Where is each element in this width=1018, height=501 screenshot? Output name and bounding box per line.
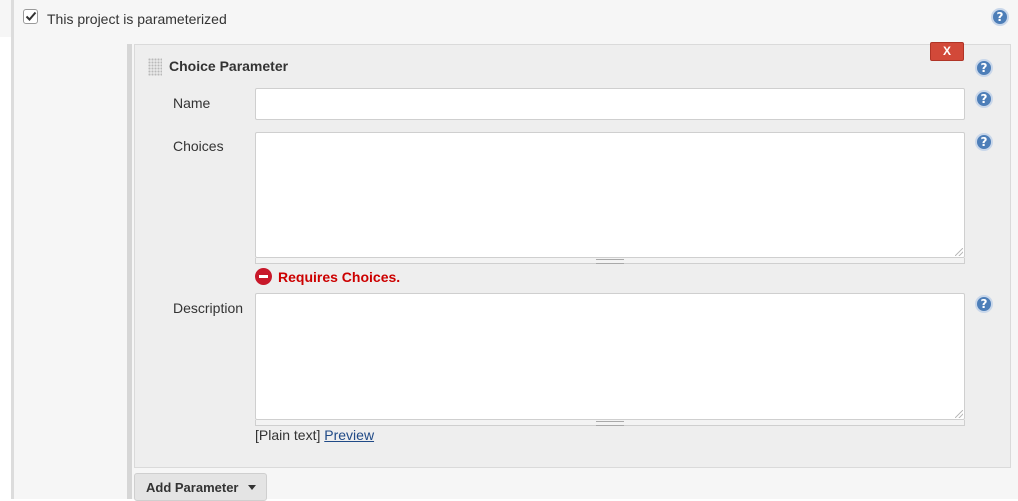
help-icon[interactable]: ? [975, 59, 993, 77]
help-icon[interactable]: ? [991, 8, 1009, 26]
chevron-down-icon [248, 484, 257, 490]
choices-resize-handle[interactable] [255, 258, 965, 264]
help-icon[interactable]: ? [975, 90, 993, 108]
format-note-prefix: [Plain text] [255, 427, 321, 443]
name-input[interactable] [255, 88, 965, 120]
help-icon[interactable]: ? [975, 295, 993, 313]
name-label: Name [173, 95, 211, 111]
help-glyph: ? [980, 92, 988, 106]
help-glyph: ? [980, 61, 988, 75]
grip-lines-icon [596, 259, 624, 264]
choices-textarea[interactable] [255, 132, 965, 258]
grip-lines-icon [596, 421, 624, 426]
parameter-block-title: Choice Parameter [169, 58, 289, 74]
section-indent-bar [11, 0, 14, 37]
checkmark-icon [25, 11, 36, 21]
preview-link[interactable]: Preview [324, 427, 374, 443]
resize-corner-icon[interactable] [955, 248, 963, 256]
format-note: [Plain text] Preview [255, 427, 374, 443]
choices-error: Requires Choices. [255, 268, 400, 285]
add-parameter-button[interactable]: Add Parameter [134, 473, 267, 501]
choices-label: Choices [173, 138, 224, 154]
resize-corner-icon[interactable] [955, 410, 963, 418]
parameterized-label: This project is parameterized [47, 11, 227, 27]
help-glyph: ? [996, 10, 1004, 24]
help-glyph: ? [980, 297, 988, 311]
description-resize-handle[interactable] [255, 420, 965, 426]
description-textarea[interactable] [255, 293, 965, 420]
parameterized-checkbox[interactable] [23, 9, 38, 24]
error-icon [255, 268, 272, 285]
delete-parameter-button[interactable]: X [930, 42, 964, 61]
parameter-block-indent-bar [127, 44, 132, 499]
drag-handle-icon[interactable] [148, 58, 162, 76]
add-parameter-label: Add Parameter [146, 479, 239, 495]
help-glyph: ? [980, 135, 988, 149]
error-message: Requires Choices. [278, 268, 401, 285]
description-label: Description [173, 300, 244, 316]
help-icon[interactable]: ? [975, 133, 993, 151]
